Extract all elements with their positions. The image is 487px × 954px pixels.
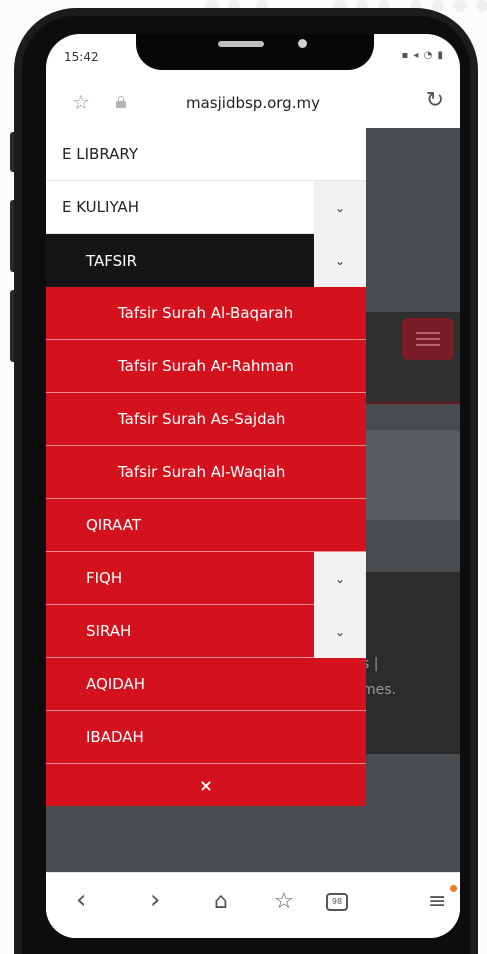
- menu-item-sirah[interactable]: SIRAH ⌄: [46, 605, 366, 658]
- background-dot: [476, 0, 487, 12]
- close-icon: ×: [199, 775, 213, 795]
- home-icon[interactable]: ⌂: [214, 889, 228, 914]
- menu-item-label: Tafsir Surah Ar-Rahman: [118, 357, 294, 375]
- back-arrow-icon[interactable]: ‹: [76, 885, 86, 915]
- navigation-drawer: E LIBRARY E KULIYAH ⌄ TAFSIR ⌄ Tafsir Su…: [46, 128, 366, 806]
- chevron-down-icon[interactable]: ⌄: [314, 552, 366, 605]
- submenu-item-al-baqarah[interactable]: Tafsir Surah Al-Baqarah: [46, 287, 366, 340]
- menu-item-label: SIRAH: [86, 622, 132, 640]
- page-text: mes.: [362, 682, 396, 698]
- bookmark-star-icon[interactable]: ☆: [72, 90, 90, 114]
- background-dot: [454, 0, 466, 12]
- menu-item-tafsir[interactable]: TAFSIR ⌄: [46, 234, 366, 287]
- submenu-item-ar-rahman[interactable]: Tafsir Surah Ar-Rahman: [46, 340, 366, 393]
- menu-item-label: TAFSIR: [86, 251, 137, 270]
- menu-item-label: Tafsir Surah As-Sajdah: [118, 410, 286, 428]
- chevron-down-icon[interactable]: ⌄: [314, 181, 366, 234]
- menu-item-label: AQIDAH: [86, 675, 146, 693]
- menu-item-ibadah[interactable]: IBADAH: [46, 711, 366, 764]
- forward-arrow-icon[interactable]: ›: [150, 885, 160, 915]
- menu-item-label: Tafsir Surah Al-Baqarah: [118, 304, 294, 322]
- menu-item-e-library[interactable]: E LIBRARY: [46, 128, 366, 181]
- url-text[interactable]: masjidbsp.org.my: [186, 94, 320, 112]
- screenshot-canvas: 15:42 ▪ ◂ ◔ ▮ ☆ masjidbsp.org.my ↻ s | m…: [0, 0, 487, 954]
- menu-item-fiqh[interactable]: FIQH ⌄: [46, 552, 366, 605]
- bookmarks-icon[interactable]: ☆: [274, 889, 294, 914]
- notification-dot: [450, 885, 457, 892]
- menu-item-label: E KULIYAH: [62, 198, 139, 216]
- menu-item-label: FIQH: [86, 569, 123, 587]
- menu-item-label: E LIBRARY: [62, 145, 139, 163]
- menu-icon[interactable]: ≡: [428, 889, 446, 914]
- phone-notch: [136, 34, 374, 70]
- menu-item-qiraat[interactable]: QIRAAT: [46, 499, 366, 552]
- chevron-down-icon[interactable]: ⌄: [314, 234, 366, 287]
- status-time: 15:42: [64, 50, 99, 64]
- browser-address-bar[interactable]: ☆ masjidbsp.org.my ↻: [46, 86, 460, 126]
- phone-screen: 15:42 ▪ ◂ ◔ ▮ ☆ masjidbsp.org.my ↻ s | m…: [46, 34, 460, 938]
- status-icons: ▪ ◂ ◔ ▮: [401, 50, 444, 61]
- submenu-item-al-waqiah[interactable]: Tafsir Surah Al-Waqiah: [46, 446, 366, 499]
- menu-item-label: QIRAAT: [86, 516, 141, 534]
- tabs-count-icon[interactable]: 98: [326, 893, 348, 911]
- lock-icon: [116, 96, 126, 108]
- hamburger-menu-button[interactable]: [402, 318, 454, 360]
- menu-item-e-kuliyah[interactable]: E KULIYAH ⌄: [46, 181, 366, 234]
- submenu-item-as-sajdah[interactable]: Tafsir Surah As-Sajdah: [46, 393, 366, 446]
- menu-item-label: Tafsir Surah Al-Waqiah: [118, 463, 286, 481]
- close-menu-button[interactable]: ×: [46, 764, 366, 806]
- menu-item-label: IBADAH: [86, 728, 144, 746]
- chevron-down-icon[interactable]: ⌄: [314, 605, 366, 658]
- front-camera: [298, 39, 307, 48]
- speaker-grille: [218, 41, 264, 47]
- browser-toolbar: ‹ › ⌂ ☆ 98 ≡: [46, 872, 460, 938]
- menu-item-aqidah[interactable]: AQIDAH: [46, 658, 366, 711]
- refresh-icon[interactable]: ↻: [426, 88, 444, 113]
